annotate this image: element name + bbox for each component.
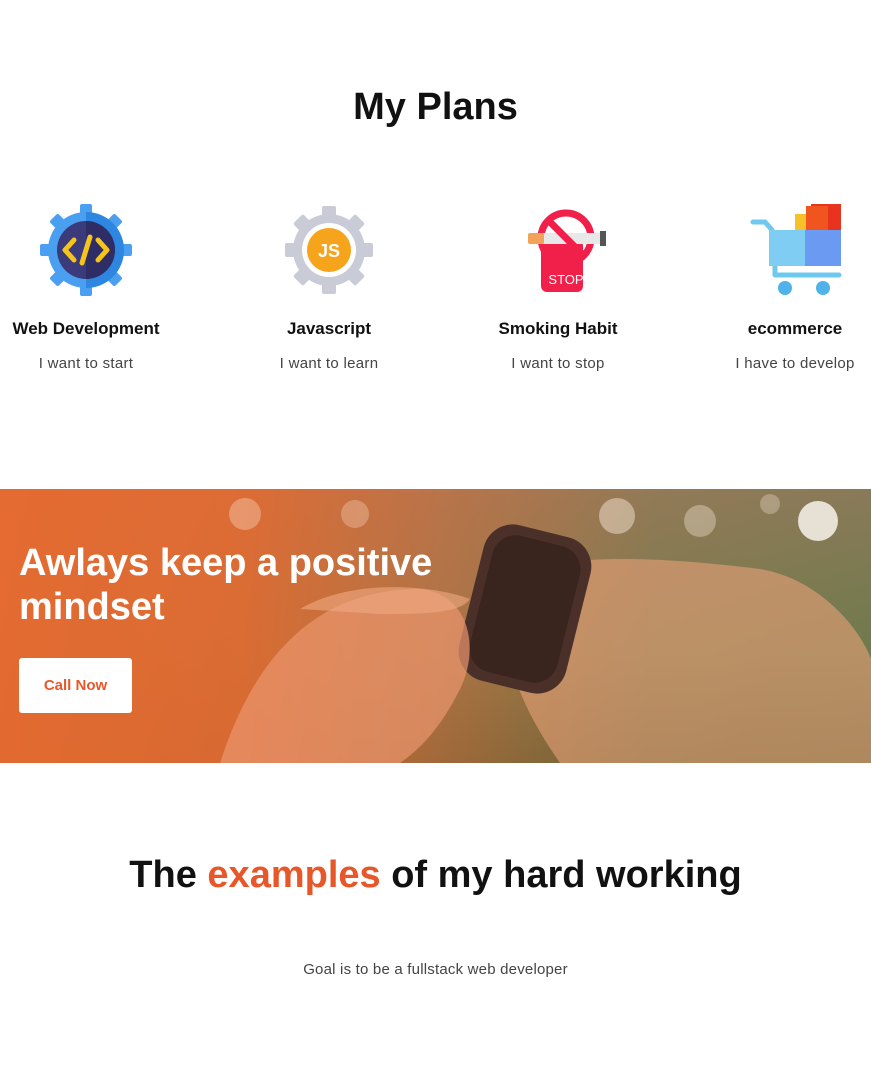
- examples-subtitle: Goal is to be a fullstack web developer: [303, 961, 568, 978]
- section-title: My Plans: [353, 86, 518, 128]
- js-icon-text: JS: [318, 241, 340, 261]
- examples-title-accent: examples: [207, 854, 381, 896]
- plan-title: ecommerce: [747, 319, 843, 338]
- plan-item-web-development: Web Development I want to start: [0, 200, 186, 372]
- plan-title: Javascript: [286, 319, 372, 338]
- banner-title: Awlays keep a positive mindset: [19, 542, 433, 628]
- plan-title: Smoking Habit: [498, 319, 618, 338]
- examples-title: The examples of my hard working: [0, 853, 871, 898]
- plan-subtitle: I want to learn: [279, 355, 379, 372]
- call-now-button[interactable]: Call Now: [19, 658, 132, 713]
- plan-subtitle: I want to stop: [511, 355, 605, 372]
- hero-banner: Awlays keep a positive mindset Call Now: [0, 489, 871, 763]
- plan-item-javascript: JS Javascript I want to learn: [229, 200, 429, 372]
- plan-subtitle: I have to develop: [735, 355, 855, 372]
- shopping-cart-icon: [750, 204, 842, 295]
- plan-item-smoking-habit: STOP Smoking Habit I want to stop: [458, 200, 658, 372]
- no-smoking-stop-icon: STOP: [528, 209, 606, 292]
- code-gear-icon: [40, 204, 132, 296]
- plan-title: Web Development: [12, 319, 160, 338]
- stop-icon-text: STOP: [548, 272, 583, 287]
- plan-subtitle: I want to start: [38, 355, 134, 372]
- examples-title-start: The: [129, 854, 208, 896]
- examples-title-end: of my hard working: [380, 854, 742, 896]
- javascript-gear-icon: JS: [285, 206, 373, 294]
- plan-item-ecommerce: ecommerce I have to develop: [695, 200, 871, 372]
- plans-section: My Plans Web Development I want to start…: [0, 0, 871, 489]
